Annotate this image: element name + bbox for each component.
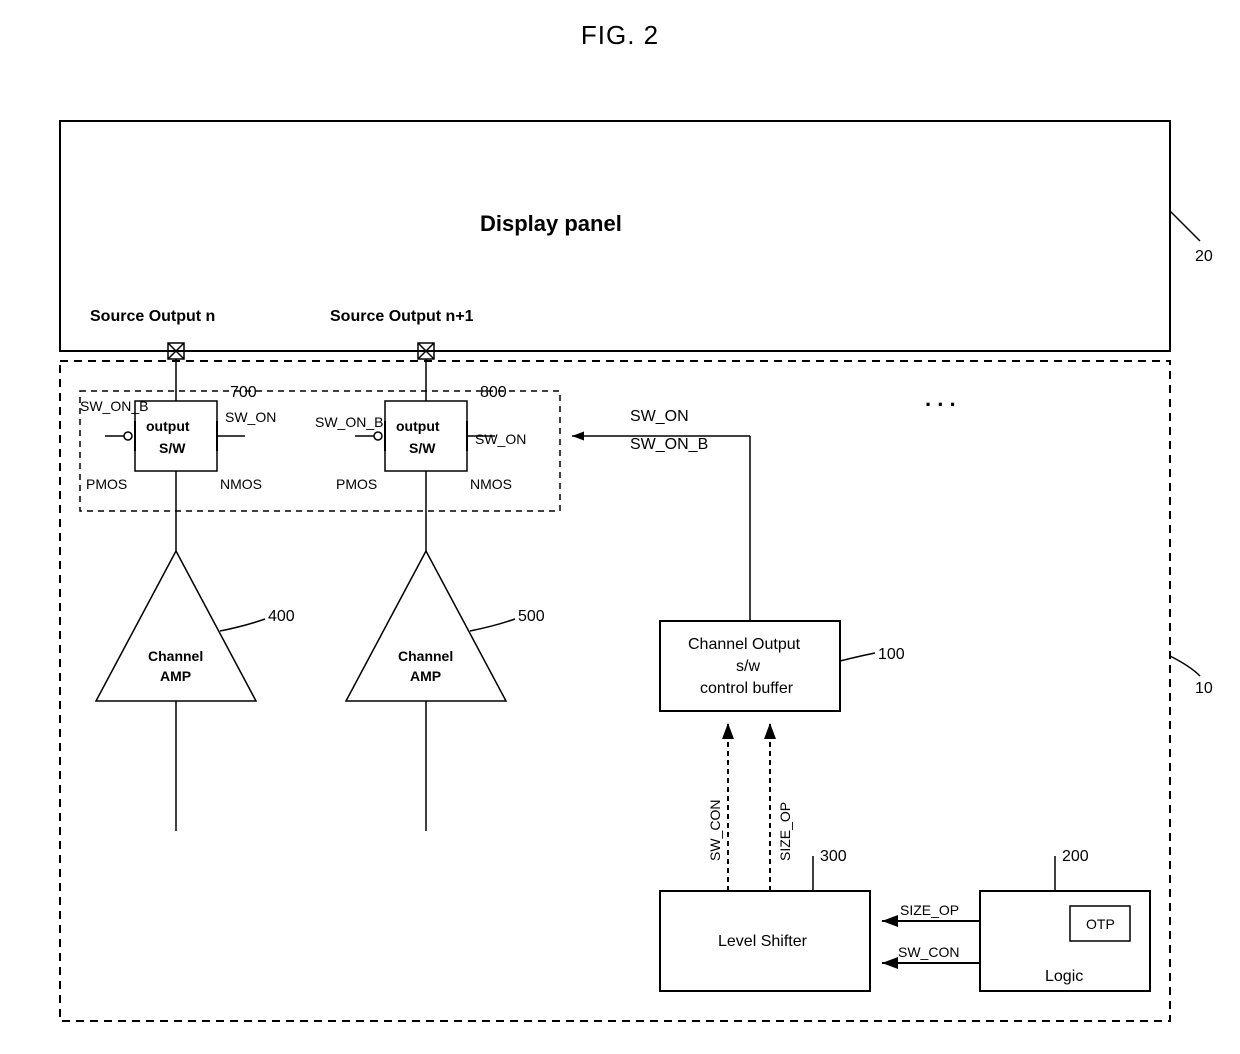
svg-text:700: 700 <box>230 384 257 401</box>
otp-label: OTP <box>1086 916 1115 932</box>
svg-text:S/W: S/W <box>409 440 436 456</box>
ref-20-leader <box>1170 211 1200 241</box>
switch-group-box <box>80 391 560 511</box>
buffer-l3: control buffer <box>700 680 794 697</box>
svg-text:NMOS: NMOS <box>220 476 262 492</box>
svg-text:400: 400 <box>268 608 295 625</box>
svg-text:AMP: AMP <box>160 668 191 684</box>
ref-10: 10 <box>1195 680 1213 697</box>
ref-200: 200 <box>1062 848 1089 865</box>
level-shifter-label: Level Shifter <box>718 933 808 950</box>
buffer-l2: s/w <box>736 658 760 675</box>
ref-20: 20 <box>1195 248 1213 265</box>
svg-text:SW_ON: SW_ON <box>475 431 526 447</box>
output-sw-700: output S/W SW_ON_B SW_ON PMOS NMOS 700 <box>80 384 276 492</box>
output-sw-800: output S/W SW_ON_B SW_ON PMOS NMOS 800 <box>315 384 526 492</box>
sw-con-vlabel: SW_CON <box>707 800 723 861</box>
channel-amp-500: Channel AMP 500 <box>346 551 545 701</box>
svg-text:S/W: S/W <box>159 440 186 456</box>
svg-text:output: output <box>396 418 440 434</box>
svg-text:Channel: Channel <box>398 648 453 664</box>
display-panel-box <box>60 121 1170 351</box>
sw-on-signal-label: SW_ON <box>630 408 689 425</box>
diagram-svg: Display panel 20 Source Output n Source … <box>20 101 1220 1031</box>
svg-text:SW_ON_B: SW_ON_B <box>315 414 383 430</box>
display-panel-label: Display panel <box>480 211 622 236</box>
svg-text:NMOS: NMOS <box>470 476 512 492</box>
ref-300: 300 <box>820 848 847 865</box>
source-output-n1-label: Source Output n+1 <box>330 308 474 325</box>
svg-text:Channel: Channel <box>148 648 203 664</box>
channel-amp-400: Channel AMP 400 <box>96 551 295 701</box>
ref-100-leader <box>840 653 875 661</box>
sw-con-h-label: SW_CON <box>898 944 959 960</box>
svg-text:PMOS: PMOS <box>86 476 127 492</box>
svg-text:SW_ON_B: SW_ON_B <box>80 398 148 414</box>
svg-text:SW_ON: SW_ON <box>225 409 276 425</box>
svg-text:AMP: AMP <box>410 668 441 684</box>
ref-100: 100 <box>878 646 905 663</box>
source-output-n-label: Source Output n <box>90 308 215 325</box>
buffer-l1: Channel Output <box>688 636 801 653</box>
logic-label: Logic <box>1045 968 1083 985</box>
svg-text:800: 800 <box>480 384 507 401</box>
ref-10-leader <box>1170 656 1200 676</box>
figure-title: FIG. 2 <box>20 20 1220 51</box>
svg-text:500: 500 <box>518 608 545 625</box>
size-op-vlabel: SIZE_OP <box>777 802 793 861</box>
ellipsis: . . . <box>925 386 956 411</box>
chip-boundary <box>60 361 1170 1021</box>
svg-text:PMOS: PMOS <box>336 476 377 492</box>
sw-on-b-signal-label: SW_ON_B <box>630 436 708 453</box>
size-op-h-label: SIZE_OP <box>900 902 959 918</box>
svg-text:output: output <box>146 418 190 434</box>
